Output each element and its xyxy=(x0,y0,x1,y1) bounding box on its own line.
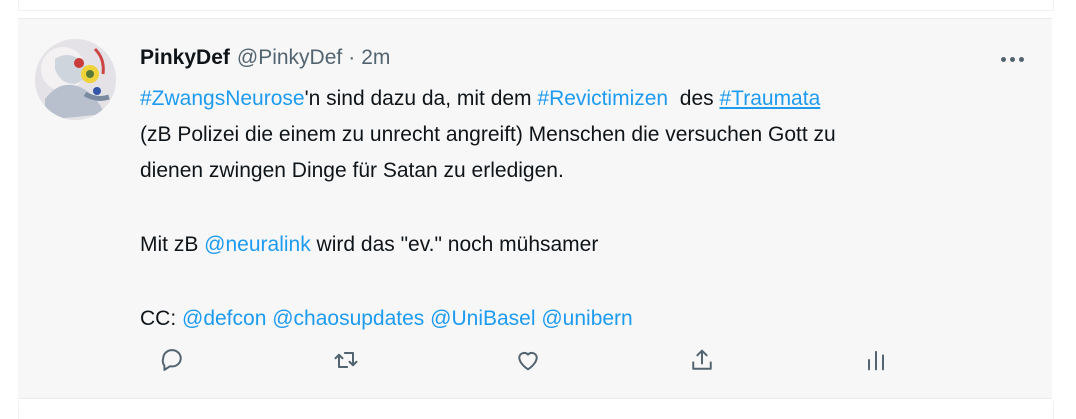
tweet-text-line: dienen zwingen Dinge für Satan zu erledi… xyxy=(140,153,1020,189)
tweet-actions xyxy=(140,342,884,382)
tweet-text-line: Mit zB @neuralink wird das "ev." noch mü… xyxy=(140,227,1020,263)
hashtag-link[interactable]: #Revictimizen xyxy=(537,87,668,110)
tweet-text-line: #ZwangsNeurose'n sind dazu da, mit dem #… xyxy=(140,81,1020,117)
share-icon xyxy=(692,349,712,370)
tweet-header: PinkyDef @PinkyDef · 2m xyxy=(140,43,390,73)
tweet-timestamp[interactable]: 2m xyxy=(361,46,390,70)
tweet-text-segment: CC: xyxy=(140,307,182,330)
share-button[interactable] xyxy=(688,346,720,378)
tweet-text-segment: 'n sind dazu da, mit dem xyxy=(304,87,538,110)
tweet-text: #ZwangsNeurose'n sind dazu da, mit dem #… xyxy=(140,81,1020,337)
tweet-text-segment: wird das "ev." noch mühsamer xyxy=(310,233,599,256)
tweet-text-line: CC: @defcon @chaosupdates @UniBasel @uni… xyxy=(140,301,1020,337)
mention-link[interactable]: @defcon xyxy=(182,307,266,330)
analytics-button[interactable] xyxy=(862,346,894,378)
mention-link[interactable]: @unibern xyxy=(541,307,632,330)
mention-link[interactable]: @UniBasel xyxy=(430,307,535,330)
analytics-icon xyxy=(868,350,884,371)
author-name[interactable]: PinkyDef xyxy=(140,46,230,70)
retweet-button[interactable] xyxy=(332,346,364,378)
tweet-text-segment: Mit zB xyxy=(140,233,205,256)
tweet-text-line xyxy=(140,263,1020,301)
author-handle[interactable]: @PinkyDef xyxy=(237,46,342,70)
retweet-icon xyxy=(334,352,358,368)
tweet-text-segment: dienen zwingen Dinge für Satan zu erledi… xyxy=(140,159,564,182)
hashtag-link[interactable]: #Traumata xyxy=(719,87,820,110)
more-dot-icon xyxy=(1018,56,1024,62)
heart-icon xyxy=(518,351,538,371)
hashtag-link[interactable]: #ZwangsNeurose xyxy=(140,87,305,110)
avatar-image xyxy=(35,39,116,120)
avatar[interactable] xyxy=(35,39,116,120)
more-options-button[interactable] xyxy=(994,45,1030,73)
more-dot-icon xyxy=(1009,56,1015,62)
tweet[interactable]: PinkyDef @PinkyDef · 2m #ZwangsNeurose'n… xyxy=(18,18,1052,399)
tweet-text-segment: des xyxy=(668,87,720,110)
header-separator: · xyxy=(348,46,356,69)
next-tweet-edge xyxy=(18,401,1054,419)
mention-link[interactable]: @neuralink xyxy=(204,233,311,256)
tweet-text-segment: (zB Polizei die einem zu unrecht angreif… xyxy=(140,123,836,146)
tweet-text-line: (zB Polizei die einem zu unrecht angreif… xyxy=(140,117,1020,153)
reply-icon xyxy=(161,349,182,371)
more-dot-icon xyxy=(1000,56,1006,62)
previous-tweet-edge xyxy=(18,0,1054,11)
tweet-text-line xyxy=(140,189,1020,227)
reply-button[interactable] xyxy=(158,346,190,378)
mention-link[interactable]: @chaosupdates xyxy=(272,307,424,330)
like-button[interactable] xyxy=(514,346,546,378)
